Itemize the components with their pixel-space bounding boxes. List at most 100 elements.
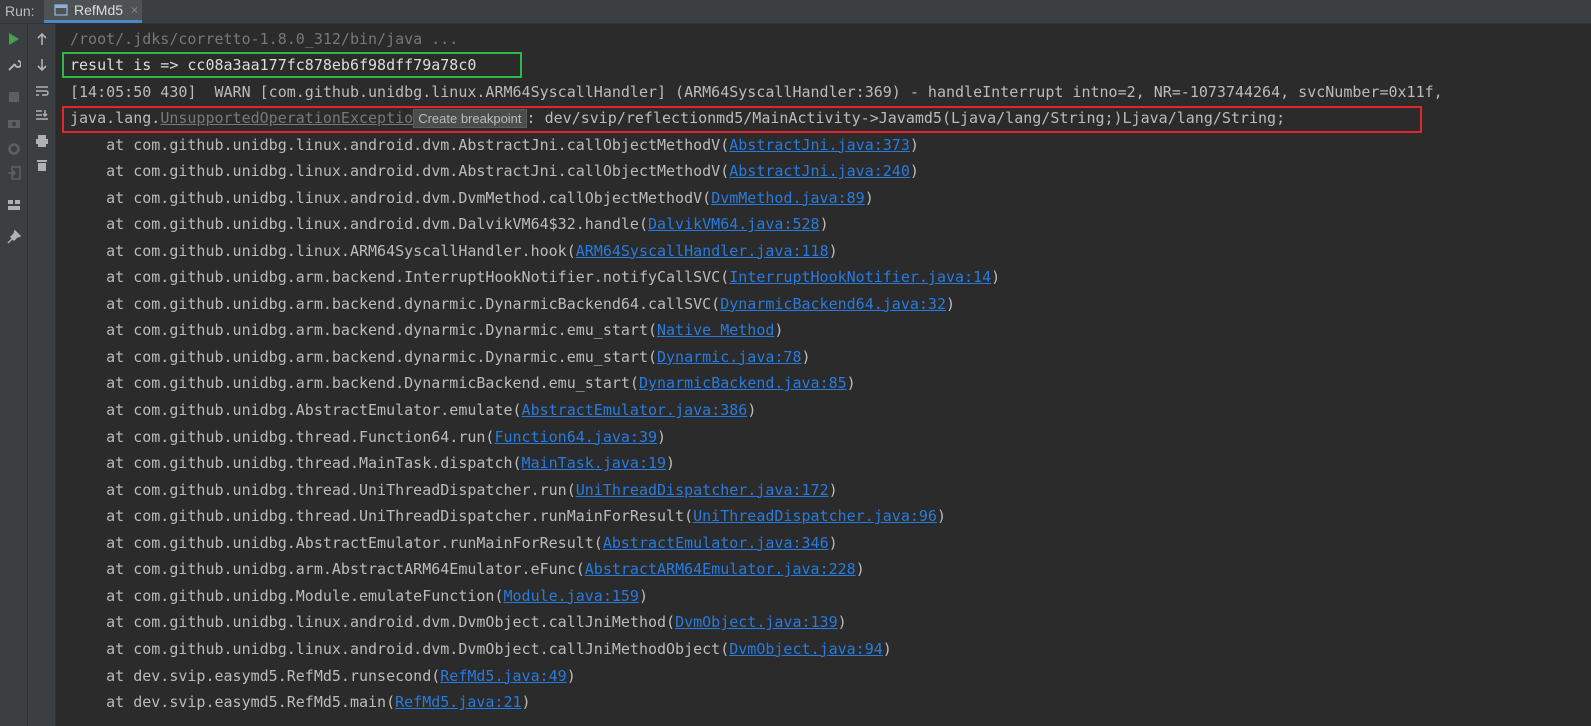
stack-frame-end: ) (909, 162, 919, 181)
close-icon[interactable]: × (131, 3, 138, 17)
stack-frame-text: at dev.svip.easymd5.RefMd5.runsecond( (70, 666, 441, 685)
source-link[interactable]: Dynarmic.java:78 (657, 348, 802, 366)
stack-frame-text: at com.github.unidbg.arm.AbstractARM64Em… (70, 560, 585, 579)
source-link[interactable]: Function64.java:39 (494, 428, 657, 446)
run-label: Run: (5, 3, 35, 19)
source-link[interactable]: DvmObject.java:139 (675, 613, 838, 631)
stack-trace-line: at com.github.unidbg.arm.backend.dynarmi… (70, 317, 783, 344)
stack-trace-line: at com.github.unidbg.linux.android.dvm.D… (70, 185, 874, 212)
stack-frame-text: at dev.svip.easymd5.RefMd5.main( (70, 693, 396, 712)
stack-frame-end: ) (936, 507, 946, 526)
source-link[interactable]: Module.java:159 (503, 587, 638, 605)
stack-frame-text: at com.github.unidbg.arm.backend.Dynarmi… (70, 374, 639, 393)
stack-frame-text: at com.github.unidbg.thread.UniThreadDis… (70, 507, 694, 526)
stack-frame-text: at com.github.unidbg.linux.android.dvm.A… (70, 162, 730, 181)
run-toolbar-right (28, 24, 56, 726)
stack-frame-end: ) (747, 401, 757, 419)
run-config-icon (54, 4, 68, 16)
soft-wrap-icon[interactable] (33, 82, 50, 99)
stack-frame-text: at com.github.unidbg.linux.android.dvm.D… (70, 639, 730, 658)
settings-icon[interactable] (5, 140, 22, 157)
source-link[interactable]: UniThreadDispatcher.java:96 (693, 507, 937, 525)
exception-highlight-box (62, 106, 1422, 133)
arrow-up-icon[interactable] (33, 30, 50, 47)
arrow-down-icon[interactable] (33, 56, 50, 73)
stack-trace-line: at dev.svip.easymd5.RefMd5.main(RefMd5.j… (70, 689, 531, 716)
stack-frame-end: ) (774, 321, 784, 340)
source-link[interactable]: InterruptHookNotifier.java:14 (729, 268, 991, 286)
stack-trace-line: at com.github.unidbg.AbstractEmulator.ru… (70, 530, 838, 557)
stack-trace-line: at com.github.unidbg.AbstractEmulator.em… (70, 397, 756, 424)
stack-frame-end: ) (828, 533, 838, 552)
source-link[interactable]: DvmObject.java:94 (729, 640, 883, 658)
stack-trace-line: at com.github.unidbg.arm.backend.dynarmi… (70, 291, 955, 318)
source-link[interactable]: UniThreadDispatcher.java:172 (576, 481, 829, 499)
stack-frame-end: ) (521, 693, 531, 712)
source-link[interactable]: AbstractEmulator.java:346 (603, 534, 829, 552)
pin-icon[interactable] (5, 228, 22, 245)
trash-icon[interactable] (33, 156, 50, 173)
source-link[interactable]: AbstractEmulator.java:386 (522, 401, 748, 419)
stack-trace-line: at com.github.unidbg.linux.android.dvm.A… (70, 132, 919, 159)
stack-frame-end: ) (864, 188, 874, 207)
source-link[interactable]: DynarmicBackend64.java:32 (720, 295, 946, 313)
stack-frame-end: ) (846, 374, 856, 393)
stack-trace-line: at com.github.unidbg.arm.backend.Dynarmi… (70, 370, 856, 397)
result-highlight-box (62, 52, 522, 78)
stack-frame-text: at com.github.unidbg.linux.android.dvm.D… (70, 215, 648, 234)
stack-frame-text: at com.github.unidbg.linux.android.dvm.A… (70, 135, 730, 154)
source-link[interactable]: AbstractJni.java:373 (729, 136, 910, 154)
source-link[interactable]: RefMd5.java:21 (395, 693, 521, 711)
run-toolwindow-header: Run: RefMd5 × (0, 0, 1591, 24)
stack-frame-text: at com.github.unidbg.arm.backend.dynarmi… (70, 321, 657, 340)
stack-trace-line: at com.github.unidbg.arm.backend.dynarmi… (70, 344, 811, 371)
stack-frame-text: at com.github.unidbg.thread.UniThreadDis… (70, 480, 576, 499)
stack-frame-text: at com.github.unidbg.arm.backend.Interru… (70, 268, 730, 287)
source-link[interactable]: AbstractJni.java:240 (729, 162, 910, 180)
source-link[interactable]: MainTask.java:19 (522, 454, 667, 472)
stack-trace-line: at com.github.unidbg.linux.android.dvm.D… (70, 211, 828, 238)
stack-frame-text: at com.github.unidbg.AbstractEmulator.ru… (70, 533, 603, 552)
stack-frame-text: at com.github.unidbg.arm.backend.dynarmi… (70, 347, 657, 366)
command-line: /root/.jdks/corretto-1.8.0_312/bin/java … (70, 29, 459, 48)
layout-icon[interactable] (5, 196, 22, 213)
stack-frame-end: ) (666, 454, 676, 473)
tab-label: RefMd5 (74, 2, 124, 18)
stack-frame-end: ) (657, 427, 667, 446)
source-link[interactable]: RefMd5.java:49 (440, 667, 566, 685)
stack-frame-end: ) (638, 586, 648, 605)
stack-trace-line: at com.github.unidbg.linux.android.dvm.A… (70, 158, 919, 185)
run-icon[interactable] (5, 30, 22, 47)
stack-frame-end: ) (991, 268, 1001, 287)
print-icon[interactable] (33, 132, 50, 149)
tab-refmd5[interactable]: RefMd5 × (44, 0, 142, 23)
stack-trace-line: at com.github.unidbg.linux.android.dvm.D… (70, 636, 892, 663)
source-link[interactable]: DalvikVM64.java:528 (648, 215, 820, 233)
stack-trace-line: at com.github.unidbg.thread.MainTask.dis… (70, 450, 675, 477)
stack-trace-line: at com.github.unidbg.thread.Function64.r… (70, 424, 666, 451)
exit-icon[interactable] (5, 164, 22, 181)
scroll-to-end-icon[interactable] (33, 106, 50, 123)
stack-frame-end: ) (828, 480, 838, 499)
stack-trace-line: at com.github.unidbg.Module.emulateFunct… (70, 583, 648, 610)
stack-trace-line: at dev.svip.easymd5.RefMd5.runsecond(Ref… (70, 663, 576, 690)
stack-trace-line: at com.github.unidbg.thread.UniThreadDis… (70, 503, 946, 530)
source-link[interactable]: Native Method (657, 321, 774, 339)
stack-frame-end: ) (909, 135, 919, 154)
warn-line: [14:05:50 430] WARN [com.github.unidbg.l… (70, 82, 1443, 101)
stack-trace-line: at com.github.unidbg.linux.ARM64SyscallH… (70, 238, 838, 265)
source-link[interactable]: ARM64SyscallHandler.java:118 (576, 242, 829, 260)
stack-frame-end: ) (801, 347, 811, 366)
stack-trace-line: at com.github.unidbg.thread.UniThreadDis… (70, 477, 838, 504)
wrench-icon[interactable] (5, 56, 22, 73)
stack-frame-text: at com.github.unidbg.linux.ARM64SyscallH… (70, 241, 576, 260)
source-link[interactable]: DvmMethod.java:89 (711, 189, 865, 207)
stack-frame-text: at com.github.unidbg.Module.emulateFunct… (70, 586, 504, 605)
stack-frame-text: at com.github.unidbg.arm.backend.dynarmi… (70, 294, 721, 313)
stack-frame-text: at com.github.unidbg.linux.android.dvm.D… (70, 188, 712, 207)
source-link[interactable]: DynarmicBackend.java:85 (639, 374, 847, 392)
source-link[interactable]: AbstractARM64Emulator.java:228 (585, 560, 856, 578)
stop-icon[interactable] (5, 88, 22, 105)
stack-frame-end: ) (882, 639, 892, 658)
camera-icon[interactable] (5, 114, 22, 131)
